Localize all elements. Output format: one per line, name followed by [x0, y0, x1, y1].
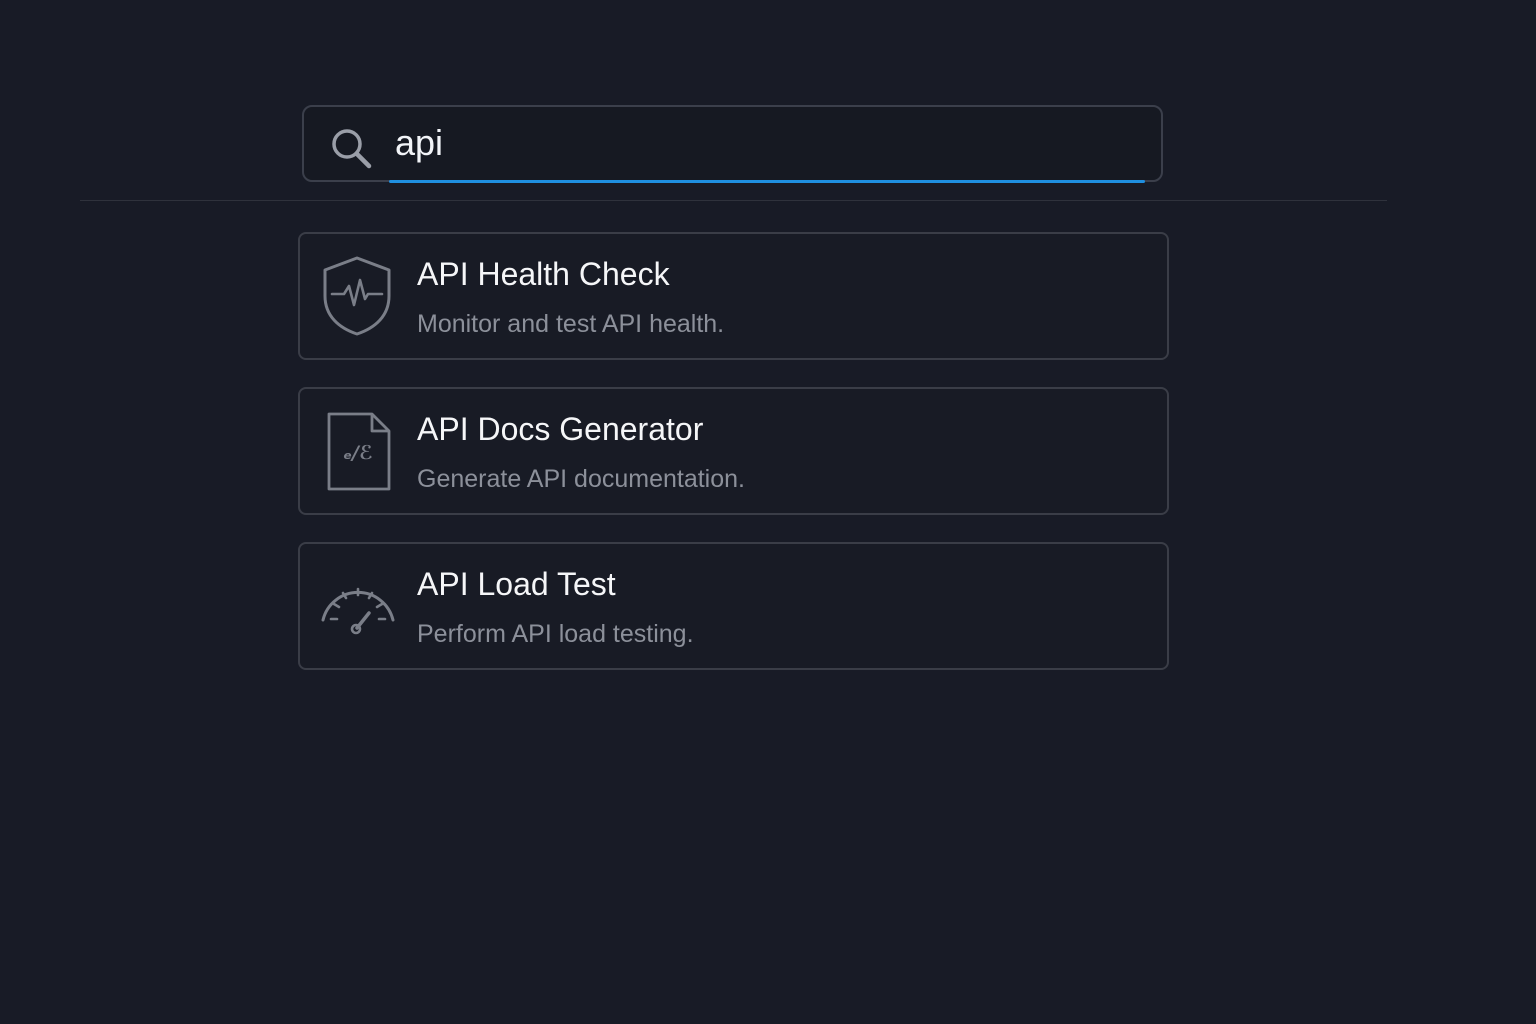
search-icon — [332, 129, 372, 169]
result-title: API Load Test — [417, 566, 616, 602]
result-description: Generate API documentation. — [417, 465, 745, 493]
result-api-load-test[interactable]: API Load Test Perform API load testing. — [298, 542, 1169, 670]
code-glyph: ₑ/ℰ — [343, 442, 373, 464]
result-title: API Health Check — [417, 256, 670, 292]
result-description: Monitor and test API health. — [417, 310, 725, 338]
header-divider — [80, 200, 1387, 201]
result-description: Perform API load testing. — [417, 620, 694, 648]
shield-pulse-icon — [323, 256, 391, 336]
results-list: API Health Check Monitor and test API he… — [298, 232, 1169, 697]
result-title: API Docs Generator — [417, 411, 704, 447]
search-box[interactable] — [302, 105, 1163, 183]
result-api-docs-generator[interactable]: ₑ/ℰ API Docs Generator Generate API docu… — [298, 387, 1169, 515]
result-api-health-check[interactable]: API Health Check Monitor and test API he… — [298, 232, 1169, 360]
speedometer-icon — [321, 587, 395, 635]
search-input[interactable] — [389, 119, 1150, 167]
code-document-icon: ₑ/ℰ — [327, 412, 391, 491]
search-focus-underline — [389, 180, 1145, 183]
